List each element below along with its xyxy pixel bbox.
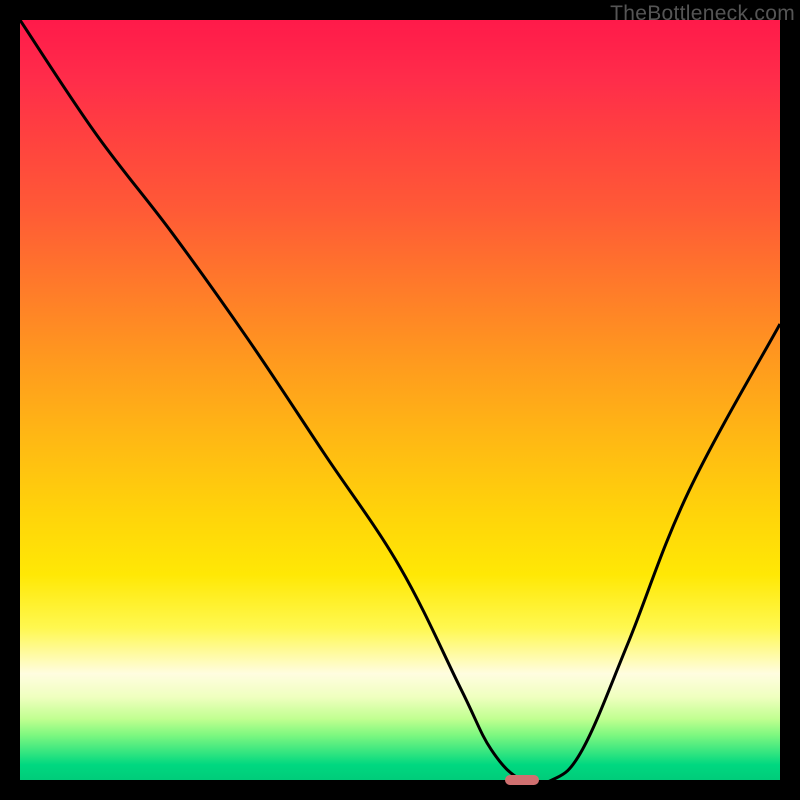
watermark-label: TheBottleneck.com <box>610 2 795 26</box>
optimum-marker <box>505 775 539 786</box>
chart-container: TheBottleneck.com <box>0 0 800 800</box>
plot-area <box>20 20 780 780</box>
